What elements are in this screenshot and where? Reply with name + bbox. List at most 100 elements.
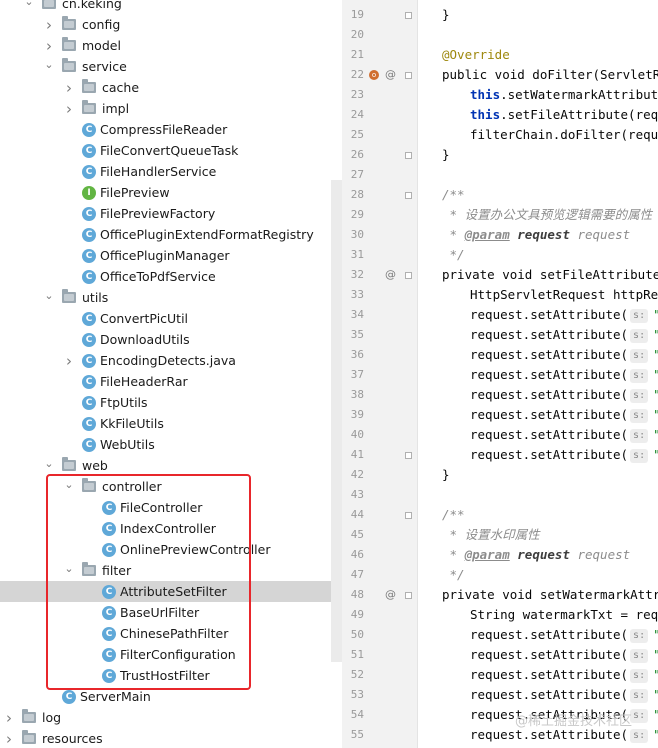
code-editor[interactable]: } @Override public void doFilter(Servlet…: [418, 0, 658, 748]
tree-item-resources[interactable]: › resources: [0, 728, 342, 748]
editor-gutter[interactable]: 19 20 21 22 23 24 25 26 27 28 29 30 31 32 33 34 35 36 37 38…: [342, 0, 418, 748]
tree-item-label: ChinesePathFilter: [120, 626, 229, 641]
chevron-down-icon[interactable]: ⌄: [42, 54, 56, 75]
fold-marker-icon[interactable]: [405, 272, 412, 279]
tree-item-servermain[interactable]: C ServerMain: [0, 686, 342, 707]
chevron-right-icon[interactable]: ›: [62, 98, 76, 119]
tree-item-compressfilereader[interactable]: C CompressFileReader: [0, 119, 342, 140]
tree-item-label: AttributeSetFilter: [120, 584, 227, 599]
tree-item-ftputils[interactable]: C FtpUtils: [0, 392, 342, 413]
line-number: 50: [350, 628, 364, 641]
tree-item-fileheaderrar[interactable]: C FileHeaderRar: [0, 371, 342, 392]
tree-item-log[interactable]: › log: [0, 707, 342, 728]
tree-item-convertpicutil[interactable]: C ConvertPicUtil: [0, 308, 342, 329]
fold-marker-icon[interactable]: [405, 452, 412, 459]
tree-item-officepluginmanager[interactable]: C OfficePluginManager: [0, 245, 342, 266]
tree-item-config[interactable]: › config: [0, 14, 342, 35]
line-number: 43: [350, 488, 364, 501]
tree-item-cache[interactable]: › cache: [0, 77, 342, 98]
line-number: 46: [350, 548, 364, 561]
tree-item-kkfileutils[interactable]: C KkFileUtils: [0, 413, 342, 434]
chevron-down-icon[interactable]: ⌄: [62, 558, 76, 579]
project-tree[interactable]: ⌄ cn.keking › config › model ⌄ service › cache › im…: [0, 0, 342, 748]
chevron-right-icon[interactable]: ›: [42, 14, 56, 35]
tree-item-attributesetfilter[interactable]: C AttributeSetFilter: [0, 581, 342, 602]
annotation-icon: @: [385, 588, 396, 601]
class-icon: C: [82, 164, 96, 179]
parameter-hint: s:: [630, 369, 649, 383]
chevron-down-icon[interactable]: ⌄: [22, 0, 36, 12]
line-number: 55: [350, 728, 364, 741]
tree-scrollbar[interactable]: [331, 180, 342, 662]
tree-item-label: TrustHostFilter: [120, 668, 210, 683]
tree-item-web[interactable]: ⌄ web: [0, 455, 342, 476]
chevron-right-icon[interactable]: ›: [62, 77, 76, 98]
line-number: 27: [350, 168, 364, 181]
fold-marker-icon[interactable]: [405, 512, 412, 519]
tree-item-filter[interactable]: ⌄ filter: [0, 560, 342, 581]
chevron-right-icon[interactable]: ›: [2, 728, 16, 748]
tree-item-filterconfiguration[interactable]: C FilterConfiguration: [0, 644, 342, 665]
line-number: 30: [350, 228, 364, 241]
tree-item-label: ServerMain: [80, 689, 151, 704]
chevron-right-icon[interactable]: ›: [2, 707, 16, 728]
code-line-44: /**: [442, 507, 465, 522]
tree-item-label: filter: [102, 563, 132, 578]
fold-marker-icon[interactable]: [405, 592, 412, 599]
chevron-down-icon[interactable]: ⌄: [42, 285, 56, 306]
tree-item-filepreviewfactory[interactable]: C FilePreviewFactory: [0, 203, 342, 224]
fold-marker-icon[interactable]: [405, 72, 412, 79]
tree-item-utils[interactable]: ⌄ utils: [0, 287, 342, 308]
chevron-down-icon[interactable]: ⌄: [42, 453, 56, 474]
tree-item-encodingdetects-java[interactable]: › C EncodingDetects.java: [0, 350, 342, 371]
class-icon: C: [102, 605, 116, 620]
tree-item-baseurlfilter[interactable]: C BaseUrlFilter: [0, 602, 342, 623]
tree-item-label: EncodingDetects.java: [100, 353, 236, 368]
line-number: 40: [350, 428, 364, 441]
code-line-22: public void doFilter(ServletRe: [442, 67, 658, 82]
class-icon: C: [82, 206, 96, 221]
fold-marker-icon[interactable]: [405, 192, 412, 199]
fold-marker-icon[interactable]: [405, 152, 412, 159]
tree-item-officepluginextendformatregistry[interactable]: C OfficePluginExtendFormatRegistry: [0, 224, 342, 245]
tree-item-indexcontroller[interactable]: C IndexController: [0, 518, 342, 539]
line-number: 39: [350, 408, 364, 421]
chevron-right-icon[interactable]: ›: [62, 350, 76, 371]
line-number: 20: [350, 28, 364, 41]
line-number: 34: [350, 308, 364, 321]
tree-item-fileconvertqueuetask[interactable]: C FileConvertQueueTask: [0, 140, 342, 161]
tree-item-label: utils: [82, 290, 109, 305]
tree-item-filehandlerservice[interactable]: C FileHandlerService: [0, 161, 342, 182]
line-number: 29: [350, 208, 364, 221]
tree-item-downloadutils[interactable]: C DownloadUtils: [0, 329, 342, 350]
code-line-28: /**: [442, 187, 465, 202]
tree-item-filepreview[interactable]: I FilePreview: [0, 182, 342, 203]
tree-item-onlinepreviewcontroller[interactable]: C OnlinePreviewController: [0, 539, 342, 560]
line-number: 31: [350, 248, 364, 261]
parameter-hint: s:: [630, 729, 649, 743]
tree-item-controller[interactable]: ⌄ controller: [0, 476, 342, 497]
parameter-hint: s:: [630, 409, 649, 423]
tree-item-label: OnlinePreviewController: [120, 542, 271, 557]
tree-item-chinesepathfilter[interactable]: C ChinesePathFilter: [0, 623, 342, 644]
tree-item-label: FileHeaderRar: [100, 374, 188, 389]
fold-marker-icon[interactable]: [405, 12, 412, 19]
code-line-39: request.setAttribute(s:"f: [470, 405, 658, 425]
tree-item-trusthostfilter[interactable]: C TrustHostFilter: [0, 665, 342, 686]
tree-item-impl[interactable]: › impl: [0, 98, 342, 119]
annotation-icon: @: [385, 68, 396, 81]
parameter-hint: s:: [630, 329, 649, 343]
code-line-53: request.setAttribute(s:"w: [470, 685, 658, 705]
chevron-down-icon[interactable]: ⌄: [62, 474, 76, 495]
tree-item-cn-keking[interactable]: ⌄ cn.keking: [0, 0, 342, 14]
package-folder-icon: [82, 79, 96, 93]
tree-item-label: KkFileUtils: [100, 416, 164, 431]
override-method-icon[interactable]: o: [369, 70, 379, 80]
tree-item-filecontroller[interactable]: C FileController: [0, 497, 342, 518]
tree-item-service[interactable]: ⌄ service: [0, 56, 342, 77]
